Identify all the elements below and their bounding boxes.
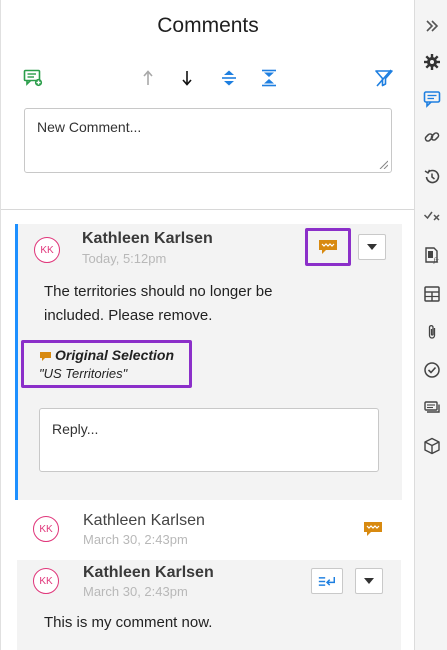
show-selection-icon[interactable] bbox=[314, 236, 342, 258]
reply-placeholder: Reply... bbox=[52, 421, 99, 437]
comment-timestamp: Today, 5:12pm bbox=[82, 251, 167, 266]
comment-timestamp: March 30, 2:43pm bbox=[83, 532, 188, 547]
comment-timestamp: March 30, 2:43pm bbox=[83, 584, 188, 599]
comment-icon[interactable] bbox=[422, 89, 442, 109]
formula-icon[interactable]: fx bbox=[422, 245, 442, 265]
reply-to-comment-button[interactable] bbox=[311, 568, 343, 594]
cube-icon[interactable] bbox=[422, 436, 442, 456]
table-icon[interactable] bbox=[422, 284, 442, 304]
comment-card[interactable]: KK Kathleen Karlsen March 30, 2:43pm bbox=[17, 508, 401, 556]
comment-options-dropdown[interactable] bbox=[355, 568, 383, 594]
svg-text:fx: fx bbox=[434, 257, 440, 265]
comment-author: Kathleen Karlsen bbox=[82, 230, 213, 247]
layers-icon[interactable] bbox=[422, 398, 442, 418]
history-icon[interactable] bbox=[422, 167, 442, 187]
link-icon[interactable] bbox=[422, 127, 442, 147]
avatar: KK bbox=[33, 568, 59, 594]
side-toolbar: fx bbox=[414, 0, 447, 650]
comment-text: This is my comment now. bbox=[44, 614, 213, 631]
comment-card[interactable]: KK Kathleen Karlsen March 30, 2:43pm Thi… bbox=[17, 560, 401, 650]
sort-ascending-icon[interactable] bbox=[138, 66, 158, 90]
comments-panel: Comments New Comment... KK Kathleen Karl… bbox=[0, 0, 415, 650]
paperclip-icon[interactable] bbox=[422, 322, 442, 342]
expand-all-icon[interactable] bbox=[219, 66, 239, 90]
sort-descending-icon[interactable] bbox=[177, 66, 197, 90]
chevron-down-icon bbox=[364, 578, 374, 584]
resize-grip-icon[interactable] bbox=[378, 159, 388, 169]
comment-author: Kathleen Karlsen bbox=[83, 512, 205, 529]
collapse-all-icon[interactable] bbox=[259, 66, 279, 90]
chevron-down-icon bbox=[367, 244, 377, 250]
reply-input[interactable]: Reply... bbox=[39, 408, 379, 472]
avatar: KK bbox=[34, 237, 60, 263]
reply-arrow-icon bbox=[318, 576, 335, 586]
comment-card-active[interactable]: KK Kathleen Karlsen Today, 5:12pm The te… bbox=[15, 224, 402, 500]
gear-icon[interactable] bbox=[422, 52, 442, 72]
comment-text-line1: The territories should no longer be bbox=[44, 283, 273, 300]
chevron-double-right-icon[interactable] bbox=[422, 16, 442, 36]
new-comment-input[interactable]: New Comment... bbox=[24, 108, 392, 173]
tracked-changes-icon[interactable] bbox=[422, 205, 442, 225]
original-selection-label: Original Selection bbox=[55, 347, 175, 363]
new-comment-placeholder: New Comment... bbox=[37, 119, 142, 135]
comment-options-dropdown[interactable] bbox=[358, 234, 386, 260]
comment-author: Kathleen Karlsen bbox=[83, 564, 214, 581]
filter-icon[interactable] bbox=[373, 66, 395, 90]
original-selection-icon bbox=[39, 349, 52, 361]
panel-title: Comments bbox=[157, 14, 259, 37]
check-circle-icon[interactable] bbox=[422, 360, 442, 380]
avatar: KK bbox=[33, 516, 59, 542]
show-selection-icon[interactable] bbox=[361, 518, 385, 540]
original-selection-text: "US Territories" bbox=[39, 366, 128, 381]
comment-text-line2: included. Please remove. bbox=[44, 307, 213, 324]
divider bbox=[1, 209, 415, 210]
add-comment-icon[interactable] bbox=[21, 66, 45, 90]
